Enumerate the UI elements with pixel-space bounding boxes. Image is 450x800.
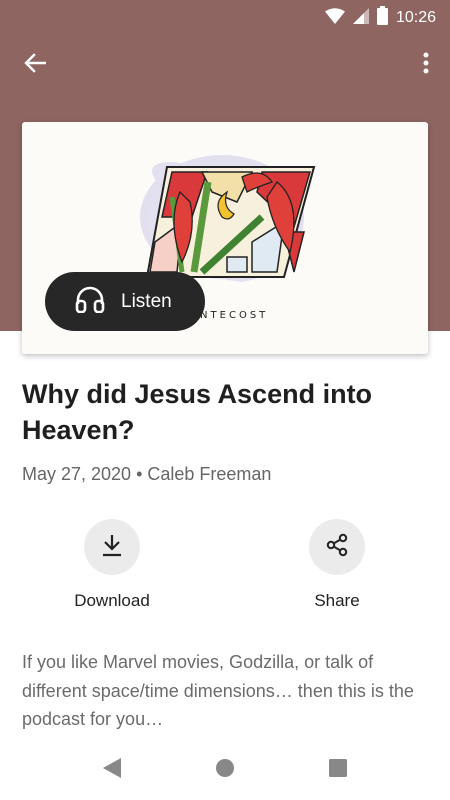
status-bar: 10:26 xyxy=(0,0,450,32)
download-button[interactable]: Download xyxy=(57,519,167,611)
headphones-icon xyxy=(75,285,105,318)
nav-home-button[interactable] xyxy=(213,758,237,782)
app-bar xyxy=(0,40,450,90)
share-label: Share xyxy=(314,591,360,610)
episode-title: Why did Jesus Ascend into Heaven? xyxy=(22,379,373,445)
battery-icon xyxy=(376,6,388,30)
back-triangle-icon xyxy=(102,757,122,784)
status-icons: 10:26 xyxy=(324,6,436,30)
nav-recents-button[interactable] xyxy=(326,758,350,782)
arrow-back-icon xyxy=(24,52,47,78)
download-icon xyxy=(101,533,123,562)
more-options-button[interactable] xyxy=(414,48,438,82)
download-circle xyxy=(84,519,140,575)
nav-back-button[interactable] xyxy=(100,757,124,784)
cell-signal-icon xyxy=(352,7,369,29)
listen-label: Listen xyxy=(121,290,172,312)
recents-square-icon xyxy=(328,758,348,783)
share-button[interactable]: Share xyxy=(282,519,392,611)
share-icon xyxy=(325,533,349,562)
navigation-bar xyxy=(0,740,450,800)
home-circle-icon xyxy=(215,758,235,783)
more-vert-icon xyxy=(423,52,429,79)
wifi-icon xyxy=(324,7,345,29)
episode-meta: May 27, 2020 • Caleb Freeman xyxy=(22,464,272,484)
download-label: Download xyxy=(74,591,150,610)
share-circle xyxy=(309,519,365,575)
listen-button[interactable]: Listen xyxy=(45,272,205,331)
episode-description: If you like Marvel movies, Godzilla, or … xyxy=(22,652,414,729)
back-button[interactable] xyxy=(18,48,52,82)
status-time: 10:26 xyxy=(395,9,436,26)
